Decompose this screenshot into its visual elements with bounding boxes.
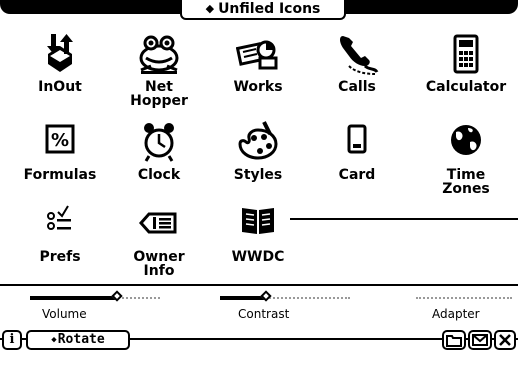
app-clock[interactable]: Clock	[107, 120, 211, 210]
app-label: Net Hopper	[130, 79, 188, 109]
app-calculator[interactable]: Calculator	[414, 32, 518, 122]
folder-header: ◆ Unfiled Icons	[0, 0, 518, 20]
close-button[interactable]	[494, 330, 516, 350]
rotate-label: Rotate	[57, 332, 105, 347]
app-card[interactable]: Card	[305, 120, 409, 210]
app-styles[interactable]: Styles	[206, 120, 310, 210]
app-works[interactable]: Works	[206, 32, 310, 122]
volume-label: Volume	[42, 307, 87, 321]
app-label: Time Zones	[442, 167, 490, 197]
app-label: Prefs	[39, 249, 81, 265]
app-inout[interactable]: InOut	[8, 32, 112, 122]
app-time-zones[interactable]: Time Zones	[414, 120, 518, 210]
app-label: Clock	[137, 167, 181, 183]
adapter-track	[416, 297, 512, 299]
contrast-fill	[220, 296, 266, 300]
adapter-label: Adapter	[432, 307, 480, 321]
app-label: Calls	[338, 79, 376, 95]
wwdc-divider-line	[290, 218, 518, 220]
card-icon	[347, 124, 367, 154]
frog-icon	[139, 35, 179, 74]
app-calls[interactable]: Calls	[305, 32, 409, 122]
volume-fill	[30, 296, 117, 300]
prefs-checklist-icon	[47, 205, 71, 230]
diamond-icon: ◆	[51, 335, 57, 345]
book-icon	[242, 208, 274, 234]
close-icon	[499, 334, 511, 346]
contrast-slider[interactable]: Contrast	[220, 290, 350, 322]
folder-tab[interactable]: ◆ Unfiled Icons	[180, 0, 346, 20]
rotate-button[interactable]: ◆Rotate	[26, 330, 130, 350]
controls-divider	[0, 284, 518, 286]
percent-icon: %	[45, 124, 75, 154]
svg-text:%: %	[51, 130, 69, 151]
folder-button[interactable]	[442, 330, 466, 350]
diamond-icon: ◆	[205, 2, 215, 15]
app-label: Calculator	[425, 79, 507, 95]
info-button[interactable]: i	[2, 330, 22, 350]
palette-icon	[238, 121, 278, 160]
folder-icon	[446, 335, 462, 347]
newton-screen: ◆ Unfiled Icons InOut Net Hopper Works C…	[0, 0, 518, 368]
mail-button[interactable]	[468, 330, 492, 350]
app-label: WWDC	[231, 249, 285, 265]
envelope-icon	[472, 334, 488, 346]
app-formulas[interactable]: % Formulas	[8, 120, 112, 210]
contrast-label: Contrast	[238, 307, 290, 321]
app-label: Owner Info	[133, 249, 185, 279]
inout-icon	[47, 34, 73, 72]
app-owner-info[interactable]: Owner Info	[107, 202, 211, 292]
phone-icon	[340, 36, 379, 75]
globe-icon	[451, 125, 481, 155]
app-label: InOut	[38, 79, 82, 95]
app-wwdc[interactable]: WWDC	[206, 202, 310, 292]
volume-slider[interactable]: Volume	[30, 290, 160, 322]
app-label: Works	[233, 79, 283, 95]
works-icon	[236, 40, 278, 70]
app-label: Formulas	[23, 167, 97, 183]
calculator-icon	[453, 34, 479, 74]
app-prefs[interactable]: Prefs	[8, 202, 112, 292]
app-label: Styles	[233, 167, 283, 183]
volume-track-remaining	[117, 297, 160, 299]
alarm-clock-icon	[144, 123, 174, 162]
bottom-button-bar: i ◆Rotate	[0, 330, 518, 350]
contrast-track-remaining	[266, 297, 350, 299]
app-nethopper[interactable]: Net Hopper	[107, 32, 211, 122]
app-label: Card	[338, 167, 376, 183]
info-icon: i	[9, 332, 15, 347]
owner-info-icon	[138, 212, 177, 234]
folder-title: Unfiled Icons	[218, 1, 321, 17]
adapter-indicator: Adapter	[416, 292, 512, 322]
